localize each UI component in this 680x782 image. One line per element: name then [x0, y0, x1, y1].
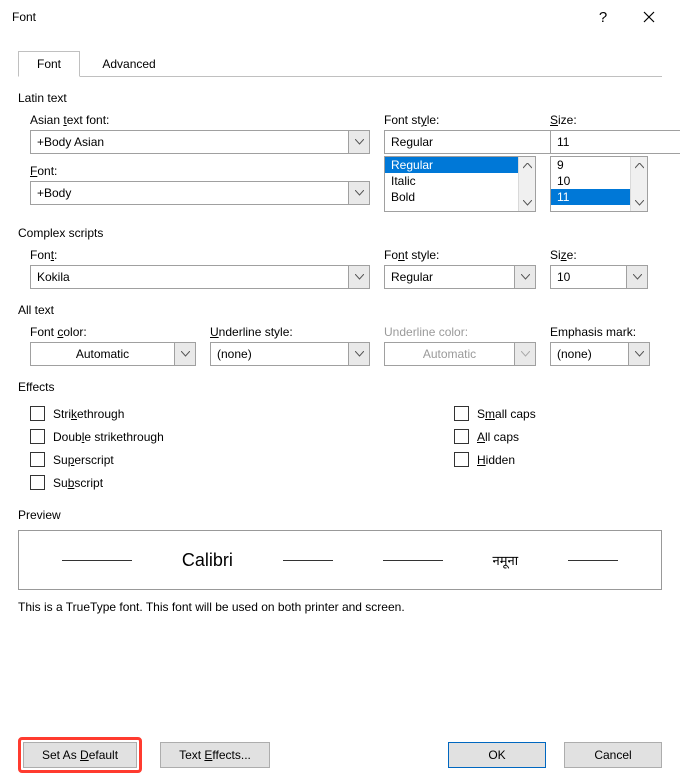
- section-complex: Complex scripts: [18, 226, 662, 240]
- preview-sample-complex: नमूना: [493, 551, 519, 569]
- underline-color-value: Automatic: [384, 342, 514, 366]
- titlebar: Font ?: [0, 0, 680, 34]
- font-color-dropdown[interactable]: Automatic: [30, 342, 196, 366]
- set-default-button[interactable]: Set As Default: [23, 742, 137, 768]
- underline-color-dropdown: Automatic: [384, 342, 536, 366]
- preview-line: [568, 560, 618, 561]
- chevron-down-icon: [521, 274, 530, 280]
- preview-sample-latin: Calibri: [182, 550, 233, 571]
- section-effects: Effects: [18, 380, 662, 394]
- underline-style-dropdown[interactable]: (none): [210, 342, 370, 366]
- complex-style-label: Font style:: [384, 248, 536, 262]
- size-option-10[interactable]: 10: [551, 173, 630, 189]
- asian-font-combo[interactable]: [30, 130, 370, 154]
- smallcaps-checkbox[interactable]: Small caps: [454, 406, 536, 421]
- chevron-down-icon: [635, 200, 644, 206]
- latin-font-label: Font:: [30, 164, 370, 178]
- chevron-down-icon: [181, 351, 190, 357]
- latin-font-combo[interactable]: [30, 181, 370, 205]
- size-input[interactable]: [550, 130, 680, 154]
- font-style-input[interactable]: [384, 130, 553, 154]
- tab-advanced[interactable]: Advanced: [83, 51, 174, 77]
- hidden-checkbox[interactable]: Hidden: [454, 452, 536, 467]
- chevron-down-icon: [355, 274, 364, 280]
- emphasis-label: Emphasis mark:: [550, 325, 650, 339]
- complex-style-value: Regular: [384, 265, 514, 289]
- chevron-up-icon: [523, 163, 532, 169]
- latin-font-drop[interactable]: [348, 181, 370, 205]
- font-style-option-italic[interactable]: Italic: [385, 173, 518, 189]
- underline-style-value: (none): [210, 342, 348, 366]
- window-title: Font: [8, 10, 36, 24]
- complex-size-value: 10: [550, 265, 626, 289]
- complex-font-label: Font:: [30, 248, 370, 262]
- chevron-down-icon: [633, 274, 642, 280]
- highlight-default: Set As Default: [18, 737, 142, 773]
- font-style-listbox[interactable]: Regular Italic Bold: [384, 156, 536, 212]
- font-color-value: Automatic: [30, 342, 174, 366]
- section-alltext: All text: [18, 303, 662, 317]
- complex-style-dropdown[interactable]: Regular: [384, 265, 536, 289]
- complex-font-drop[interactable]: [348, 265, 370, 289]
- chevron-down-icon: [355, 351, 364, 357]
- size-listbox[interactable]: 9 10 11: [550, 156, 648, 212]
- preview-line: [62, 560, 132, 561]
- section-preview: Preview: [18, 508, 662, 522]
- asian-font-label: Asian text font:: [30, 113, 370, 127]
- size-scrollbar[interactable]: [630, 157, 647, 211]
- tabstrip: Font Advanced: [18, 50, 662, 77]
- complex-font-input[interactable]: [30, 265, 348, 289]
- chevron-up-icon: [635, 163, 644, 169]
- allcaps-checkbox[interactable]: All caps: [454, 429, 536, 444]
- ok-button[interactable]: OK: [448, 742, 546, 768]
- chevron-down-icon: [523, 200, 532, 206]
- size-input-wrap: [550, 130, 648, 154]
- preview-box: Calibri नमूना: [18, 530, 662, 590]
- size-label: Size:: [550, 113, 648, 127]
- tab-font[interactable]: Font: [18, 51, 80, 77]
- font-style-scrollbar[interactable]: [518, 157, 535, 211]
- font-style-label: Font style:: [384, 113, 536, 127]
- chevron-down-icon: [521, 351, 530, 357]
- cancel-button[interactable]: Cancel: [564, 742, 662, 768]
- underline-color-label: Underline color:: [384, 325, 536, 339]
- chevron-down-icon: [355, 190, 364, 196]
- subscript-checkbox[interactable]: Subscript: [30, 475, 440, 490]
- font-style-option-bold[interactable]: Bold: [385, 189, 518, 205]
- preview-line: [383, 560, 443, 561]
- preview-note: This is a TrueType font. This font will …: [18, 600, 662, 614]
- size-option-9[interactable]: 9: [551, 157, 630, 173]
- font-color-label: Font color:: [30, 325, 196, 339]
- asian-font-input[interactable]: [30, 130, 348, 154]
- emphasis-value: (none): [550, 342, 628, 366]
- double-strike-checkbox[interactable]: Double strikethrough: [30, 429, 440, 444]
- complex-font-combo[interactable]: [30, 265, 370, 289]
- superscript-checkbox[interactable]: Superscript: [30, 452, 440, 467]
- size-option-11[interactable]: 11: [551, 189, 630, 205]
- underline-style-label: Underline style:: [210, 325, 370, 339]
- complex-size-dropdown[interactable]: 10: [550, 265, 648, 289]
- chevron-down-icon: [635, 351, 644, 357]
- text-effects-button[interactable]: Text Effects...: [160, 742, 270, 768]
- font-style-input-wrap: [384, 130, 536, 154]
- section-latin: Latin text: [18, 91, 662, 105]
- preview-line: [283, 560, 333, 561]
- close-button[interactable]: [626, 0, 672, 34]
- latin-font-input[interactable]: [30, 181, 348, 205]
- close-icon: [643, 11, 655, 23]
- font-style-option-regular[interactable]: Regular: [385, 157, 518, 173]
- emphasis-dropdown[interactable]: (none): [550, 342, 650, 366]
- strikethrough-checkbox[interactable]: Strikethrough: [30, 406, 440, 421]
- chevron-down-icon: [355, 139, 364, 145]
- asian-font-drop[interactable]: [348, 130, 370, 154]
- footer: Set As Default Text Effects... OK Cancel: [0, 728, 680, 782]
- complex-size-label: Size:: [550, 248, 648, 262]
- help-button[interactable]: ?: [580, 0, 626, 34]
